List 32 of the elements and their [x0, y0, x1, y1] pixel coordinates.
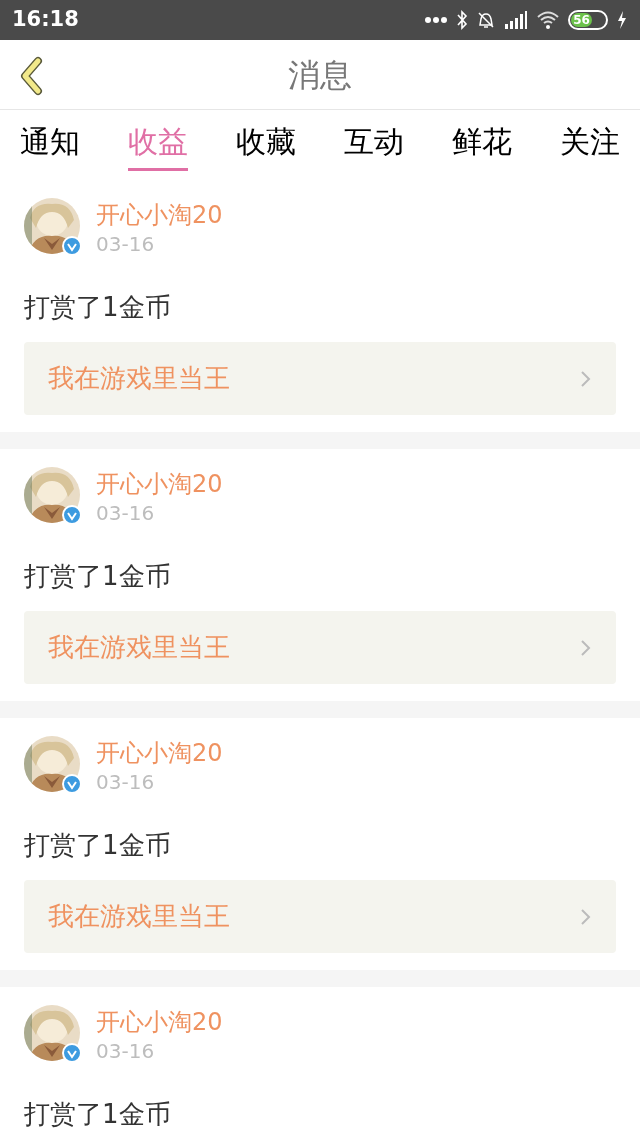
message-date: 03-16 — [96, 769, 156, 796]
status-time: 16:18 — [12, 6, 79, 34]
user-name[interactable]: 开心小淘20 — [96, 1007, 223, 1037]
category-tab[interactable]: 收益 — [128, 119, 188, 171]
category-tab[interactable]: 收藏 — [236, 119, 296, 171]
message-date: 03-16 — [96, 1038, 156, 1065]
user-name[interactable]: 开心小淘20 — [96, 200, 223, 230]
signal-icon — [504, 10, 528, 30]
battery-icon: 56 — [568, 10, 608, 30]
category-tab[interactable]: 鲜花 — [452, 119, 512, 171]
category-tab[interactable]: 通知 — [20, 119, 80, 171]
message-text: 打赏了1金币 — [24, 1099, 172, 1129]
bluetooth-icon — [456, 10, 468, 30]
article-link[interactable]: 我在游戏里当王 — [24, 342, 616, 415]
article-link[interactable]: 我在游戏里当王 — [24, 880, 616, 953]
message-text: 打赏了1金币 — [24, 561, 172, 591]
chevron-right-icon — [580, 906, 592, 927]
user-name[interactable]: 开心小淘20 — [96, 469, 223, 499]
bell-off-icon — [476, 10, 496, 30]
chevron-right-icon — [580, 637, 592, 658]
user-name[interactable]: 开心小淘20 — [96, 738, 223, 768]
more-icon — [424, 16, 448, 24]
message-date: 03-16 — [96, 231, 156, 258]
article-link[interactable]: 我在游戏里当王 — [24, 611, 616, 684]
chevron-right-icon — [580, 368, 592, 389]
wifi-icon — [536, 10, 560, 30]
message-text: 打赏了1金币 — [24, 292, 172, 322]
category-tab[interactable]: 互动 — [344, 119, 404, 171]
message-date: 03-16 — [96, 500, 156, 527]
page-title: 消息 — [288, 54, 352, 96]
category-tab[interactable]: 关注 — [560, 119, 620, 171]
message-text: 打赏了1金币 — [24, 830, 172, 860]
